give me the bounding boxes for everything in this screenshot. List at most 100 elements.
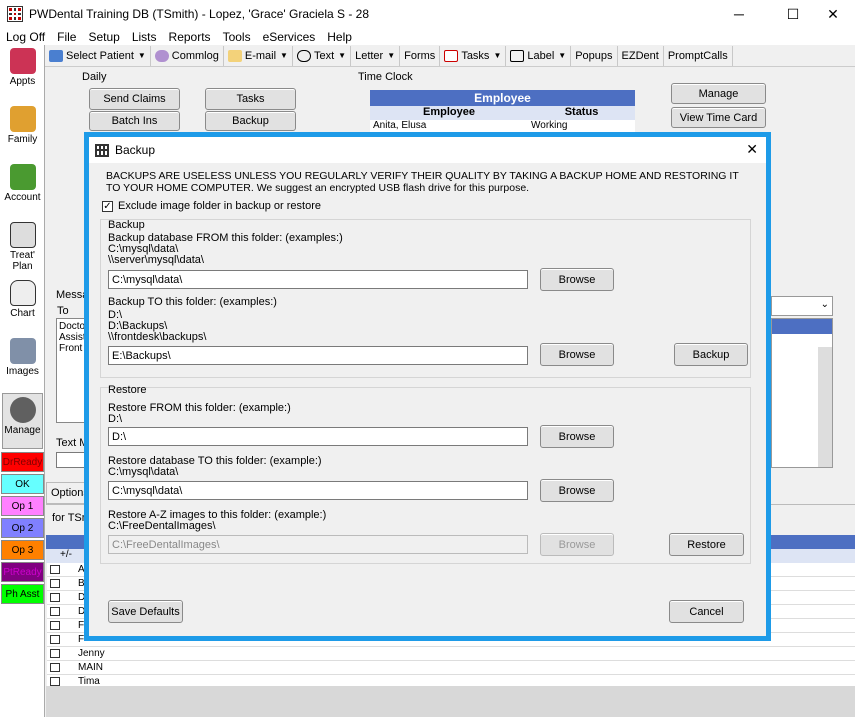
chevron-down-icon[interactable]: ▼ [280,51,288,60]
employee-row[interactable]: Anita, Elusa Working [370,120,635,132]
menu-help[interactable]: Help [321,30,358,44]
module-bar: Appts Family Account Treat' Plan Chart I… [0,45,45,717]
backup-manage-button[interactable]: Backup [205,111,296,131]
chevron-down-icon[interactable]: ▼ [558,51,566,60]
menu-setup[interactable]: Setup [82,30,125,44]
exclude-images-checkbox[interactable]: ✓ [102,201,113,212]
message-scrollbar[interactable] [818,347,832,467]
label-icon [510,49,525,62]
grid-row-icon [50,621,60,630]
col-employee: Employee [423,106,475,118]
promptcalls-button[interactable]: PromptCalls [664,45,733,66]
tasks-manage-button[interactable]: Tasks [205,88,296,110]
chevron-down-icon[interactable]: ▼ [138,51,146,60]
close-button[interactable]: ✕ [810,0,855,28]
backup-to-input[interactable]: E:\Backups\ [108,346,528,365]
module-appts[interactable]: Appts [2,45,43,101]
backup-to-example-3: \\frontdesk\backups\ [108,331,207,343]
tab-options[interactable]: Options [46,482,89,504]
module-treat-plan[interactable]: Treat' Plan [2,219,43,277]
module-manage[interactable]: Manage [2,393,43,449]
select-patient-button[interactable]: Select Patient ▼ [45,45,151,66]
restore-from-input[interactable]: D:\ [108,427,528,446]
tooth-icon [9,280,36,306]
browse-restore-images-button[interactable]: Browse [540,533,614,556]
module-account[interactable]: Account [2,161,43,217]
popups-button[interactable]: Popups [571,45,618,66]
restore-from-label: Restore FROM this folder: (example:) [108,402,291,414]
status-op3[interactable]: Op 3 [1,540,44,560]
grid-row-icon [50,635,60,644]
browse-restore-db-button[interactable]: Browse [540,479,614,502]
restore-button[interactable]: Restore [669,533,744,556]
restore-db-input[interactable]: C:\mysql\data\ [108,481,528,500]
status-ph-asst[interactable]: Ph Asst [1,584,44,604]
window-title: PWDental Training DB (TSmith) - Lopez, '… [29,7,370,21]
chevron-down-icon[interactable]: ▼ [338,51,346,60]
chevron-down-icon[interactable]: ▼ [493,51,501,60]
message-list[interactable] [771,318,833,468]
view-time-card-button[interactable]: View Time Card [671,107,766,128]
text-msg-input[interactable] [56,452,86,468]
app-icon [7,6,23,22]
forms-button[interactable]: Forms [400,45,441,66]
module-family[interactable]: Family [2,103,43,159]
minimize-button[interactable]: ─ [716,0,762,28]
grid-row-icon [50,677,60,686]
status-op1[interactable]: Op 1 [1,496,44,516]
browse-backup-from-button[interactable]: Browse [540,268,614,291]
message-dropdown[interactable]: ⌄ [771,296,833,316]
tasks-button[interactable]: Tasks ▼ [440,45,507,66]
grid-row-icon [50,579,60,588]
employee-status: Working [531,120,568,131]
label-button[interactable]: Label ▼ [506,45,572,66]
email-button[interactable]: E-mail ▼ [224,45,293,66]
dialog-grid-icon [95,143,109,157]
grid-row[interactable]: MAIN [47,661,855,675]
patient-icon [49,49,63,62]
menu-reports[interactable]: Reports [163,30,217,44]
to-list[interactable]: Doctor Assista Front [56,318,91,423]
to-item[interactable]: Doctor [59,321,88,332]
backup-from-input[interactable]: C:\mysql\data\ [108,270,528,289]
module-images[interactable]: Images [2,335,43,391]
restore-images-example: C:\FreeDentalImages\ [108,520,216,532]
backup-dialog: Backup ✕ BACKUPS ARE USELESS UNLESS YOU … [84,132,771,641]
commlog-icon [154,49,169,62]
letter-button[interactable]: Letter ▼ [351,45,401,66]
chevron-down-icon: ⌄ [820,299,829,310]
restore-images-input[interactable]: C:\FreeDentalImages\ [108,535,528,554]
send-claims-button[interactable]: Send Claims [89,88,180,110]
batch-ins-button[interactable]: Batch Ins [89,111,180,131]
grid-row-icon [50,593,60,602]
manage-timeclock-button[interactable]: Manage [671,83,766,104]
grid-row-icon [50,565,60,574]
module-chart[interactable]: Chart [2,277,43,333]
view-time-card-label: View Time Card [679,111,758,124]
cancel-button[interactable]: Cancel [669,600,744,623]
browse-backup-to-button[interactable]: Browse [540,343,614,366]
browse-restore-from-button[interactable]: Browse [540,425,614,448]
text-button[interactable]: Text ▼ [293,45,352,66]
save-defaults-button[interactable]: Save Defaults [108,600,183,623]
grid-row[interactable]: Jenny [47,647,855,661]
daily-label: Daily [82,71,107,83]
grid-row-label: MAIN [78,662,103,673]
backup-button[interactable]: Backup [674,343,748,366]
commlog-button[interactable]: Commlog [151,45,224,66]
to-item[interactable]: Assista [59,332,91,343]
status-drready[interactable]: DrReady [1,452,44,472]
menu-eservices[interactable]: eServices [257,30,322,44]
status-op2[interactable]: Op 2 [1,518,44,538]
close-icon[interactable]: ✕ [746,141,758,158]
menu-tools[interactable]: Tools [217,30,257,44]
menu-log-off[interactable]: Log Off [0,30,51,44]
menu-file[interactable]: File [51,30,82,44]
employee-name: Anita, Elusa [373,120,427,131]
to-item[interactable]: Front [59,343,83,354]
menu-lists[interactable]: Lists [126,30,163,44]
chevron-down-icon[interactable]: ▼ [387,51,395,60]
status-ok[interactable]: OK [1,474,44,494]
ezdent-button[interactable]: EZDent [618,45,664,66]
status-ptready[interactable]: PtReady [1,562,44,582]
